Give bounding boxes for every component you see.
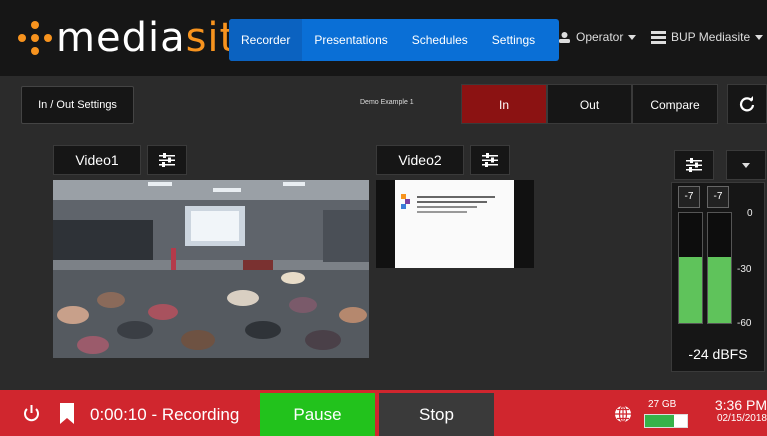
audio-settings-button[interactable]	[674, 150, 714, 180]
logo-dots-icon	[18, 21, 52, 55]
stop-button[interactable]: Stop	[379, 393, 494, 436]
video1-preview	[53, 180, 369, 358]
nav-settings[interactable]: Settings	[480, 19, 547, 61]
refresh-icon	[739, 96, 755, 112]
mediasite-logo: mediasit	[18, 16, 236, 60]
disk-space-label: 27 GB	[648, 399, 677, 410]
logo-text: mediasit	[56, 16, 236, 60]
site-label: BUP Mediasite	[671, 30, 751, 44]
video2-label: Video2	[376, 145, 464, 175]
globe-icon[interactable]	[614, 405, 632, 428]
slide-preview-image	[395, 180, 514, 268]
chevron-down-icon	[742, 162, 750, 168]
tab-compare[interactable]: Compare	[632, 84, 718, 124]
scale-label-top: 0	[747, 208, 753, 219]
left-level-meter	[678, 212, 703, 324]
tab-out[interactable]: Out	[547, 84, 632, 124]
left-peak-value: -7	[678, 186, 700, 208]
header: mediasit Recorder Presentations Schedule…	[0, 0, 767, 76]
disk-space-bar	[644, 414, 688, 428]
chevron-down-icon	[628, 34, 637, 40]
classroom-video-image	[53, 180, 369, 358]
power-button[interactable]	[22, 404, 41, 428]
video2-settings-button[interactable]	[470, 145, 510, 175]
video1-label: Video1	[53, 145, 141, 175]
scale-label-bottom: -60	[737, 318, 752, 329]
dbfs-readout: -24 dBFS	[688, 346, 748, 362]
sliders-icon	[159, 153, 175, 167]
tab-in[interactable]: In	[461, 84, 547, 124]
refresh-button[interactable]	[727, 84, 767, 124]
operator-label: Operator	[576, 30, 624, 44]
right-level-fill	[708, 257, 731, 323]
recorder-app: mediasit Recorder Presentations Schedule…	[0, 0, 767, 436]
site-menu[interactable]: BUP Mediasite	[651, 30, 764, 44]
pause-button[interactable]: Pause	[260, 393, 375, 436]
audio-dropdown-button[interactable]	[726, 150, 766, 180]
clock: 3:36 PM 02/15/2018	[702, 397, 767, 424]
nav-recorder[interactable]: Recorder	[229, 19, 303, 61]
nav-presentations[interactable]: Presentations	[302, 19, 399, 61]
user-icon	[559, 31, 570, 43]
in-out-settings-button[interactable]: In / Out Settings	[21, 86, 134, 124]
disk-space-fill	[645, 415, 675, 427]
recording-timer: 0:00:10 - Recording	[90, 405, 240, 424]
bookmark-button[interactable]	[60, 403, 74, 429]
logo-text-main: media	[56, 15, 186, 61]
clock-time: 3:36 PM	[714, 397, 767, 413]
bookmark-icon	[60, 403, 74, 424]
chevron-down-icon	[755, 34, 764, 40]
monitor-tabs: In Out Compare	[461, 84, 718, 124]
main-nav: Recorder Presentations Schedules Setting…	[229, 19, 559, 61]
clock-date: 02/15/2018	[716, 413, 767, 424]
video1-settings-button[interactable]	[147, 145, 187, 175]
server-icon	[651, 30, 666, 44]
right-level-meter	[707, 212, 732, 324]
scale-label-mid: -30	[737, 264, 752, 275]
operator-menu[interactable]: Operator	[558, 30, 637, 44]
nav-schedules[interactable]: Schedules	[400, 19, 480, 61]
sliders-icon	[482, 153, 498, 167]
sliders-icon	[686, 158, 702, 172]
left-level-fill	[679, 257, 702, 323]
presentation-title: Demo Example 1	[360, 99, 414, 106]
power-icon	[24, 405, 39, 422]
right-peak-value: -7	[707, 186, 729, 208]
